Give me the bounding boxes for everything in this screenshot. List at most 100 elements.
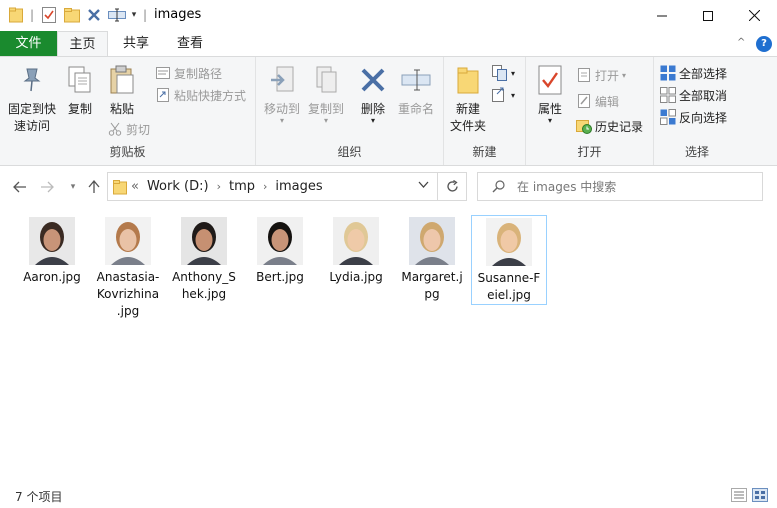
- rename-button[interactable]: 重命名: [394, 63, 438, 118]
- open-icon: [576, 67, 592, 83]
- new-group-label: 新建: [472, 145, 497, 159]
- image-thumbnail: [29, 217, 75, 265]
- properties-dropdown-icon: ▾: [547, 116, 552, 125]
- select-none-label: 全部取消: [679, 88, 728, 103]
- history-button[interactable]: 历史记录: [576, 116, 643, 136]
- help-icon[interactable]: ?: [756, 36, 772, 52]
- tab-file[interactable]: 文件: [0, 31, 57, 56]
- paste-shortcut-icon: [155, 87, 171, 103]
- refresh-button[interactable]: [438, 172, 467, 201]
- folder-icon: [113, 179, 127, 195]
- tab-share[interactable]: 共享: [108, 31, 164, 56]
- edit-icon: [576, 93, 592, 109]
- cut-label: 剪切: [126, 122, 151, 137]
- rename-quick-icon[interactable]: [107, 6, 127, 24]
- details-view-button[interactable]: [731, 488, 747, 502]
- address-row: ▾ « Work (D:) › tmp › images 在 images 中搜…: [0, 167, 777, 207]
- pin-icon: [16, 63, 48, 97]
- file-name: Bert.jpg: [256, 270, 304, 284]
- new-folder-label-2: 文件夹: [449, 119, 486, 133]
- new-item-button[interactable]: ▾: [492, 63, 515, 83]
- clipboard-group-label: 剪贴板: [109, 145, 146, 159]
- invert-selection-button[interactable]: 反向选择: [660, 107, 727, 127]
- delete-dropdown-icon: ▾: [370, 116, 375, 125]
- back-button[interactable]: [11, 177, 29, 197]
- search-icon: [492, 180, 505, 193]
- select-none-button[interactable]: 全部取消: [660, 85, 727, 105]
- collapse-ribbon-icon[interactable]: ^: [737, 37, 745, 48]
- new-group: 新建 文件夹 ▾ ▾ 新建: [444, 57, 526, 165]
- forward-button[interactable]: [38, 177, 56, 197]
- new-folder-button[interactable]: 新建 文件夹: [448, 63, 488, 135]
- new-folder-quick-icon[interactable]: [63, 6, 81, 24]
- delete-button[interactable]: 删除 ▾: [354, 63, 392, 125]
- properties-icon: [534, 63, 566, 97]
- close-button[interactable]: [731, 0, 777, 31]
- file-item[interactable]: Aaron.jpg: [14, 215, 90, 286]
- history-label: 历史记录: [595, 119, 644, 134]
- cut-button[interactable]: 剪切: [107, 119, 150, 139]
- open-button[interactable]: 打开 ▾: [576, 65, 626, 85]
- breadcrumb-drive[interactable]: Work (D:): [147, 179, 209, 194]
- rename-label: 重命名: [397, 102, 434, 116]
- image-thumbnail: [181, 217, 227, 265]
- easy-access-button[interactable]: ▾: [492, 85, 515, 105]
- image-thumbnail: [333, 217, 379, 265]
- file-item[interactable]: Bert.jpg: [242, 215, 318, 286]
- select-group: 全部选择 全部取消 反向选择 选择: [654, 57, 740, 165]
- edit-button[interactable]: 编辑: [576, 91, 619, 111]
- up-button[interactable]: [85, 177, 103, 197]
- delete-quick-icon[interactable]: [86, 6, 102, 24]
- paste-shortcut-button[interactable]: 粘贴快捷方式: [155, 85, 246, 105]
- customize-toolbar-icon[interactable]: ▾: [128, 6, 140, 24]
- folder-icon: [8, 6, 24, 24]
- properties-button[interactable]: 属性 ▾: [532, 63, 568, 125]
- paste-button[interactable]: 粘贴: [102, 63, 142, 118]
- file-name: Kovrizhina: [96, 287, 160, 301]
- copy-button[interactable]: 复制: [62, 63, 98, 118]
- history-icon: [576, 118, 592, 134]
- file-name: Anastasia-: [96, 270, 160, 284]
- breadcrumb-tmp[interactable]: tmp: [229, 179, 255, 194]
- edit-label: 编辑: [595, 94, 620, 109]
- easy-access-icon: [492, 87, 508, 103]
- new-folder-label-1: 新建: [455, 102, 480, 116]
- easy-access-dropdown-icon: ▾: [511, 90, 516, 100]
- move-to-button[interactable]: 移动到 ▾: [260, 63, 304, 125]
- address-bar[interactable]: « Work (D:) › tmp › images: [107, 172, 438, 201]
- maximize-button[interactable]: [685, 0, 731, 31]
- file-name: .jpg: [116, 304, 140, 318]
- breadcrumb-images[interactable]: images: [275, 179, 322, 194]
- paste-label: 粘贴: [109, 102, 134, 116]
- tab-view[interactable]: 查看: [164, 31, 216, 56]
- pin-label-1: 固定到快: [7, 102, 56, 116]
- recent-locations-icon[interactable]: ▾: [64, 177, 82, 197]
- properties-quick-icon[interactable]: [40, 6, 58, 24]
- file-name: Lydia.jpg: [329, 270, 383, 284]
- select-all-button[interactable]: 全部选择: [660, 63, 727, 83]
- file-item[interactable]: Lydia.jpg: [318, 215, 394, 286]
- image-thumbnail: [105, 217, 151, 265]
- select-all-label: 全部选择: [679, 66, 728, 81]
- copy-path-label: 复制路径: [174, 66, 223, 81]
- large-icons-view-button[interactable]: [752, 488, 768, 502]
- minimize-button[interactable]: [639, 0, 685, 31]
- delete-icon: [357, 63, 389, 97]
- chevron-right-icon[interactable]: ›: [217, 180, 221, 193]
- pin-quick-access-button[interactable]: 固定到快 速访问: [6, 63, 58, 135]
- file-item[interactable]: Anastasia- Kovrizhina .jpg: [90, 215, 166, 320]
- copy-path-button[interactable]: 复制路径: [155, 63, 222, 83]
- file-item[interactable]: Susanne-F eiel.jpg: [471, 215, 547, 305]
- file-item[interactable]: Margaret.j pg: [394, 215, 470, 303]
- tab-home[interactable]: 主页: [57, 31, 108, 57]
- new-item-icon: [492, 65, 508, 81]
- copy-to-dropdown-icon: ▾: [323, 116, 328, 125]
- copy-to-button[interactable]: 复制到 ▾: [304, 63, 348, 125]
- open-label: 打开: [595, 68, 620, 83]
- address-dropdown-icon[interactable]: [418, 181, 429, 189]
- move-to-dropdown-icon: ▾: [279, 116, 284, 125]
- file-item[interactable]: Anthony_S hek.jpg: [166, 215, 242, 303]
- search-box[interactable]: 在 images 中搜索: [477, 172, 763, 201]
- breadcrumb-overflow[interactable]: «: [131, 179, 139, 194]
- chevron-right-icon[interactable]: ›: [263, 180, 267, 193]
